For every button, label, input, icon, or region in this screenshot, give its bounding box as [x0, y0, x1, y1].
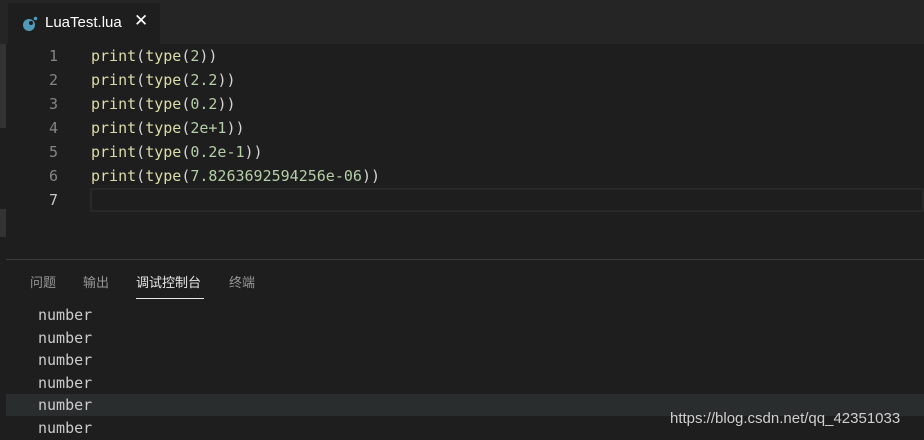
line-number: 3	[48, 95, 58, 113]
code-line: 5 print(type(0.2e-1))	[0, 140, 924, 164]
tab-terminal[interactable]: 终端	[229, 274, 255, 294]
editor-tab-luatest[interactable]: LuaTest.lua ✕	[8, 3, 160, 44]
tab-problems[interactable]: 问题	[30, 274, 56, 294]
tab-filename: LuaTest.lua	[45, 14, 122, 31]
close-icon[interactable]: ✕	[134, 11, 148, 31]
active-tab-indicator	[136, 298, 204, 299]
tab-debug-console[interactable]: 调试控制台	[136, 274, 201, 294]
console-output-line: number	[38, 306, 93, 324]
code-text: print(type(2))	[91, 47, 218, 65]
lua-icon	[23, 16, 38, 31]
code-text: print(type(7.8263692594256e-06))	[91, 167, 380, 185]
tab-output[interactable]: 输出	[83, 274, 109, 294]
code-line: 1 print(type(2))	[0, 44, 924, 68]
code-text: print(type(2.2))	[91, 71, 236, 89]
code-text: print(type(0.2))	[91, 95, 236, 113]
line-number: 7	[48, 191, 58, 209]
line-number: 5	[48, 143, 58, 161]
code-line: 2 print(type(2.2))	[0, 68, 924, 92]
code-text: print(type(0.2e-1))	[91, 143, 263, 161]
watermark-text: https://blog.csdn.net/qq_42351033	[670, 410, 901, 427]
console-output-line: number	[38, 351, 93, 369]
code-text: print(type(2e+1))	[91, 119, 245, 137]
line-number: 1	[48, 47, 58, 65]
code-line: 4 print(type(2e+1))	[0, 116, 924, 140]
line-number: 2	[48, 71, 58, 89]
editor-tab-bar: LuaTest.lua ✕	[0, 0, 924, 44]
code-line: 6 print(type(7.8263692594256e-06))	[0, 164, 924, 188]
console-output-line: number	[38, 374, 93, 392]
line-number: 6	[48, 167, 58, 185]
line-number: 4	[48, 119, 58, 137]
current-code-line[interactable]: 7	[0, 188, 924, 212]
console-output-line: number	[38, 329, 93, 347]
code-editor[interactable]: 1 print(type(2)) 2 print(type(2.2)) 3 pr…	[0, 44, 924, 260]
current-line-highlight	[90, 188, 924, 212]
code-line: 3 print(type(0.2))	[0, 92, 924, 116]
